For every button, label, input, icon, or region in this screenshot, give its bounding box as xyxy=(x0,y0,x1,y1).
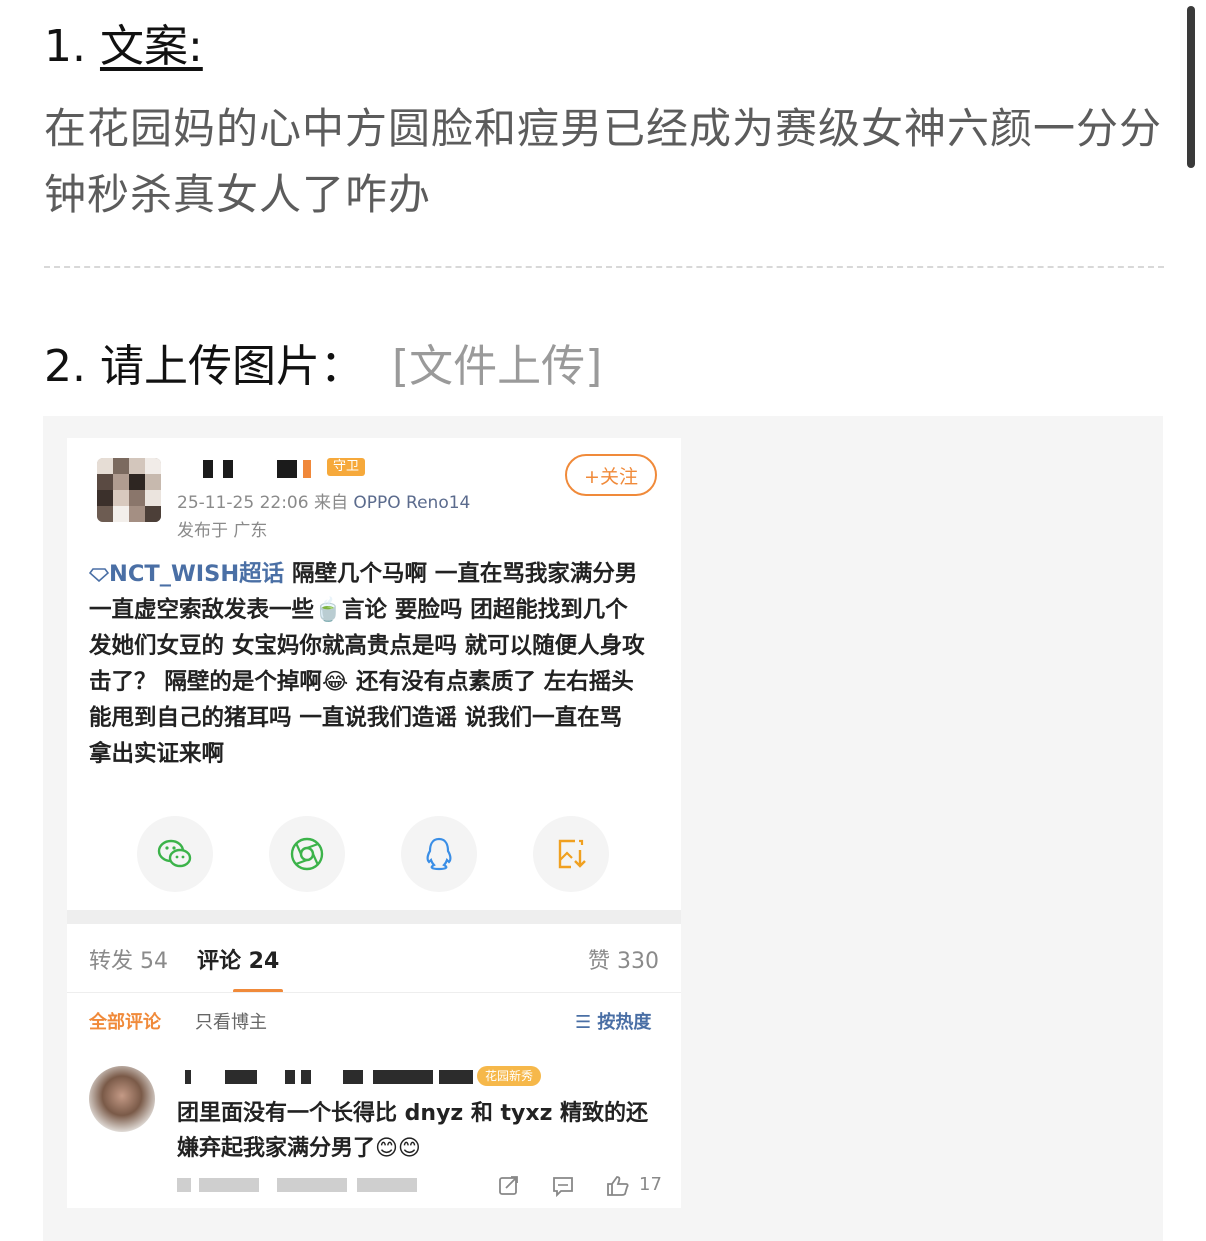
commenter-avatar xyxy=(89,1066,155,1132)
dashed-divider xyxy=(44,266,1164,268)
avatar xyxy=(97,458,161,522)
moments-icon xyxy=(290,837,324,871)
comment-meta-redacted xyxy=(177,1178,427,1194)
section-separator xyxy=(67,910,681,924)
commenter-name-redacted xyxy=(177,1070,477,1086)
share-row xyxy=(137,816,617,892)
reply-icon[interactable] xyxy=(551,1174,575,1198)
scrollbar[interactable] xyxy=(1187,6,1195,168)
super-topic-link[interactable]: NCT_WISH超话 xyxy=(88,561,285,587)
device-name: OPPO Reno14 xyxy=(353,493,471,513)
follow-button[interactable]: +关注 xyxy=(565,454,657,496)
share-moments-button[interactable] xyxy=(269,816,345,892)
share-qq-button[interactable] xyxy=(401,816,477,892)
tab-comment[interactable]: 评论 24 xyxy=(197,943,279,975)
wechat-icon xyxy=(157,839,192,868)
tab-like[interactable]: 赞 330 xyxy=(588,943,659,975)
post-content: NCT_WISH超话 隔壁几个马啊 一直在骂我家满分男 一直虚空索敌发表一些🍵言… xyxy=(88,556,649,772)
qq-icon xyxy=(426,837,452,871)
stats-divider xyxy=(67,992,681,993)
user-badge: 守卫 xyxy=(327,458,366,476)
post-meta: 25-11-25 22:06 来自 OPPO Reno14 xyxy=(177,488,470,513)
timestamp: 25-11-25 22:06 xyxy=(177,493,309,513)
comment-text: 团里面没有一个长得比 dnyz 和 tyxz 精致的还嫌弃起我家满分男了😊😊 xyxy=(177,1101,649,1161)
source-prefix: 来自 xyxy=(313,493,348,513)
tea-emoji: 🍵 xyxy=(314,597,343,623)
section-1-heading: 1. 文案: xyxy=(44,14,203,80)
filter-op-only[interactable]: 只看博主 xyxy=(195,1008,267,1034)
laugh-emoji: 😂 xyxy=(321,669,349,695)
diamond-icon xyxy=(88,567,110,582)
commenter-badge: 花园新秀 xyxy=(477,1066,542,1086)
thumbs-up-icon[interactable] xyxy=(605,1174,631,1198)
tab-repost[interactable]: 转发 54 xyxy=(89,943,168,975)
section-2-heading: 2. 请上传图片： [文件上传] xyxy=(44,332,602,402)
weibo-screenshot: 守卫 25-11-25 22:06 来自 OPPO Reno14 发布于 广东 … xyxy=(67,438,681,1208)
post-location: 发布于 广东 xyxy=(177,521,268,541)
section-1-number: 1. xyxy=(44,21,100,72)
comment-like-count: 17 xyxy=(639,1174,662,1195)
file-upload-link[interactable]: [文件上传] xyxy=(392,341,602,392)
save-image-icon xyxy=(558,839,586,869)
super-topic-label: NCT_WISH超话 xyxy=(109,561,285,587)
sort-by-hot[interactable]: ☰ 按热度 xyxy=(575,1008,651,1034)
stats-bar: 转发 54 评论 24 赞 330 xyxy=(89,943,659,993)
share-icon[interactable] xyxy=(497,1174,521,1198)
section-1-title: 文案: xyxy=(99,21,203,72)
copy-text: 在花园妈的心中方圆脸和痘男已经成为赛级女神六颜一分分钟秒杀真女人了咋办 xyxy=(44,104,1163,219)
section-2-title: 2. 请上传图片： xyxy=(44,341,364,392)
save-image-button[interactable] xyxy=(533,816,609,892)
filter-all-comments[interactable]: 全部评论 xyxy=(89,1008,161,1034)
share-wechat-button[interactable] xyxy=(137,816,213,892)
username-redacted xyxy=(197,460,347,480)
